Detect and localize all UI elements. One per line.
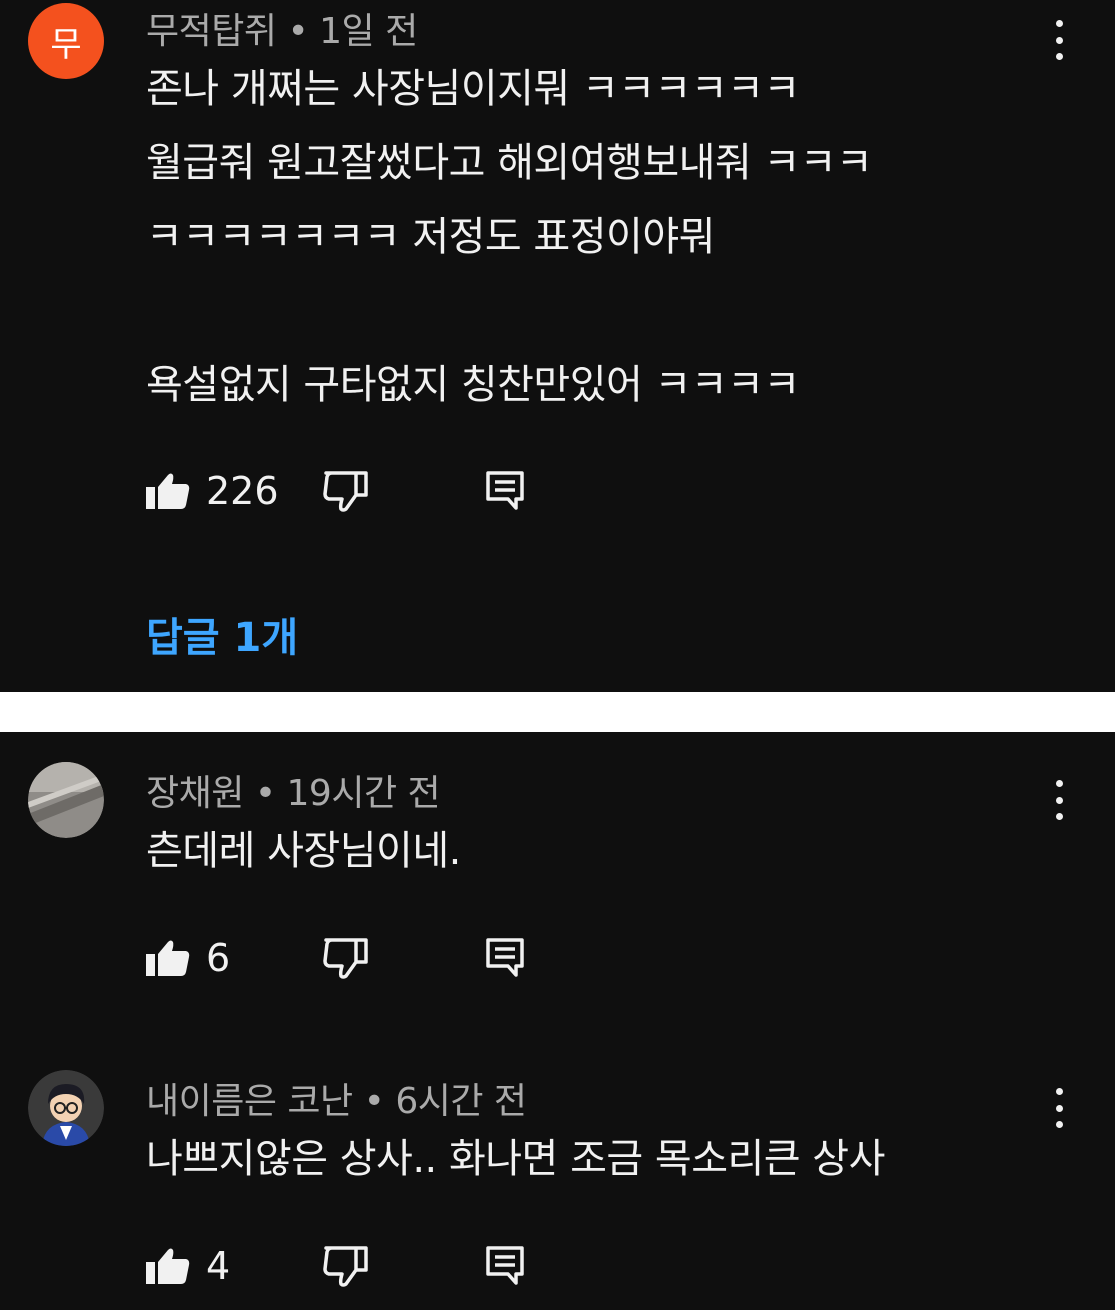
thumbs-up-icon[interactable] xyxy=(144,934,192,982)
replies-link[interactable]: 답글 1개 xyxy=(146,605,298,663)
more-vert-icon[interactable] xyxy=(1044,780,1074,820)
comment-text: 존나 개쩌는 사장님이지뭐 ㅋㅋㅋㅋㅋㅋ 월급줘 원고잘썼다고 해외여행보내줘 … xyxy=(146,66,873,408)
action-bar: 6 xyxy=(144,934,564,984)
comment-panel-top: 무 무적탑쥐 • 1일 전 존나 개쩌는 사장님이지뭐 ㅋㅋㅋㅋㅋㅋ 월급줘 원… xyxy=(0,0,1115,692)
comment-text: 츤데레 사장님이네. xyxy=(146,828,461,874)
avatar-letter: 무 xyxy=(50,24,82,65)
comment-meta: 장채원 • 19시간 전 xyxy=(146,764,441,816)
like-count: 4 xyxy=(206,1244,231,1288)
thumbs-up-icon[interactable] xyxy=(144,467,192,515)
author-name[interactable]: 내이름은 코난 xyxy=(146,1081,353,1122)
avatar[interactable] xyxy=(28,762,104,838)
thumbs-up-icon[interactable] xyxy=(144,1242,192,1290)
thumbs-down-icon[interactable] xyxy=(322,1242,370,1290)
thumbs-down-icon[interactable] xyxy=(322,467,370,515)
action-bar: 4 xyxy=(144,1242,564,1292)
comment-meta: 내이름은 코난 • 6시간 전 xyxy=(146,1072,527,1124)
thumbs-down-icon[interactable] xyxy=(322,934,370,982)
comment-panel-bottom: 장채원 • 19시간 전 츤데레 사장님이네. 6 내이름은 코난 • 6시간 … xyxy=(0,732,1115,1310)
timestamp[interactable]: 6시간 전 xyxy=(395,1081,527,1122)
separator: • xyxy=(363,1081,385,1122)
author-name[interactable]: 장채원 xyxy=(146,773,244,814)
like-count: 6 xyxy=(206,936,231,980)
avatar-image xyxy=(28,762,104,838)
author-name[interactable]: 무적탑쥐 xyxy=(146,11,277,52)
avatar[interactable] xyxy=(28,1070,104,1146)
comment-meta: 무적탑쥐 • 1일 전 xyxy=(146,2,418,54)
like-count: 226 xyxy=(206,469,279,513)
more-vert-icon[interactable] xyxy=(1044,20,1074,60)
comment-text: 나쁘지않은 상사.. 화나면 조금 목소리큰 상사 xyxy=(146,1136,885,1182)
avatar[interactable]: 무 xyxy=(28,3,104,79)
action-bar: 226 xyxy=(144,467,564,517)
timestamp[interactable]: 19시간 전 xyxy=(287,773,441,814)
reply-icon[interactable] xyxy=(484,1244,526,1286)
reply-icon[interactable] xyxy=(484,936,526,978)
avatar-image xyxy=(28,1070,104,1146)
separator: • xyxy=(254,773,276,814)
separator: • xyxy=(287,11,309,52)
reply-icon[interactable] xyxy=(484,469,526,511)
timestamp[interactable]: 1일 전 xyxy=(319,11,418,52)
